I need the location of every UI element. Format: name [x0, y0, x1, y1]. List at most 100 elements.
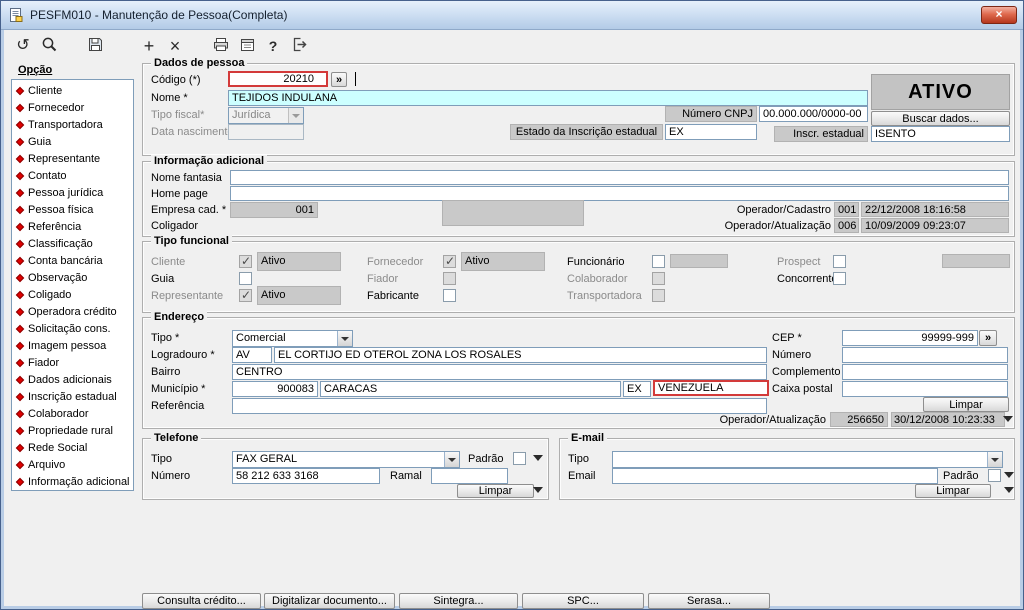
diamond-bullet-icon [15, 222, 25, 231]
telefone-numero-input[interactable]: 58 212 633 3168 [232, 468, 380, 484]
sidebar-item-coligado[interactable]: Coligado [12, 286, 133, 303]
sidebar-item-observacao[interactable]: Observação [12, 269, 133, 286]
sidebar-item-pessoa-fisica[interactable]: Pessoa física [12, 201, 133, 218]
close-button[interactable]: × [981, 6, 1017, 24]
fabricante-checkbox[interactable] [443, 289, 456, 302]
tipo-endereco-select[interactable]: Comercial [232, 330, 353, 347]
serasa-button[interactable]: Serasa... [648, 593, 770, 609]
chevron-down-icon[interactable] [532, 452, 544, 464]
municipio-codigo-input[interactable]: 900083 [232, 381, 318, 397]
telefone-tipo-select[interactable]: FAX GERAL [232, 451, 460, 468]
chevron-down-icon[interactable] [532, 484, 544, 496]
title-bar: PESFM010 - Manutenção de Pessoa(Completa… [1, 1, 1023, 30]
sidebar-item-dados-adicionais[interactable]: Dados adicionais [12, 371, 133, 388]
calendar-button[interactable] [235, 33, 259, 58]
help-button[interactable]: ? [261, 33, 285, 58]
sidebar-item-colaborador[interactable]: Colaborador [12, 405, 133, 422]
sidebar-item-label: Guia [28, 135, 52, 148]
sidebar-item-pessoa-juridica[interactable]: Pessoa jurídica [12, 184, 133, 201]
telefone-padrao-checkbox[interactable] [513, 452, 526, 465]
colaborador-checkbox [652, 272, 665, 285]
spc-button[interactable]: SPC... [522, 593, 644, 609]
home-page-label: Home page [151, 188, 208, 200]
prospect-checkbox[interactable] [833, 255, 846, 268]
limpar-email-button[interactable]: Limpar [915, 484, 991, 498]
sidebar-item-inscricao-estadual[interactable]: Inscrição estadual [12, 388, 133, 405]
codigo-input[interactable]: 20210 [228, 71, 328, 87]
sidebar-item-transportadora[interactable]: Transportadora [12, 116, 133, 133]
numero-endereco-input[interactable] [842, 347, 1008, 363]
diamond-bullet-icon [15, 205, 25, 214]
sidebar-item-operadora-credito[interactable]: Operadora crédito [12, 303, 133, 320]
codigo-lookup-button[interactable]: » [331, 72, 347, 87]
group-title: E-mail [568, 432, 608, 444]
limpar-telefone-button[interactable]: Limpar [457, 484, 534, 498]
bairro-input[interactable]: CENTRO [232, 364, 767, 380]
sidebar-item-cliente[interactable]: Cliente [12, 82, 133, 99]
nome-fantasia-input[interactable] [230, 170, 1009, 185]
caixa-postal-input[interactable] [842, 381, 1008, 397]
referencia-input[interactable] [232, 398, 767, 414]
sidebar-item-rede-social[interactable]: Rede Social [12, 439, 133, 456]
cep-lookup-button[interactable]: » [979, 330, 997, 346]
sidebar-item-fiador[interactable]: Fiador [12, 354, 133, 371]
email-tipo-label: Tipo [568, 453, 589, 465]
email-tipo-select[interactable] [612, 451, 1003, 468]
sidebar-item-referencia[interactable]: Referência [12, 218, 133, 235]
sidebar-item-classificacao[interactable]: Classificação [12, 235, 133, 252]
sidebar-item-informacao-adicional[interactable]: Informação adicional [12, 473, 133, 490]
cnpj-input[interactable]: 00.000.000/0000-00 [759, 106, 868, 122]
guia-label: Guia [151, 273, 175, 285]
group-endereco: Endereço Tipo * Comercial CEP * 99999-99… [142, 311, 1015, 429]
logradouro-tipo-input[interactable]: AV [232, 347, 272, 363]
chevron-down-icon[interactable] [1003, 484, 1015, 496]
exit-button[interactable] [287, 33, 311, 58]
data-nascimento-label: Data nascimento [151, 126, 234, 138]
limpar-endereco-button[interactable]: Limpar [923, 397, 1009, 412]
fiador-checkbox [443, 272, 456, 285]
sidebar-item-guia[interactable]: Guia [12, 133, 133, 150]
cliente-status: Ativo [257, 252, 341, 271]
search-button[interactable] [37, 33, 61, 58]
cep-input[interactable]: 99999-999 [842, 330, 978, 346]
complemento-input[interactable] [842, 364, 1008, 380]
sidebar-item-fornecedor[interactable]: Fornecedor [12, 99, 133, 116]
chevron-down-icon[interactable] [1002, 413, 1014, 425]
add-button[interactable]: + [137, 33, 161, 58]
municipio-nome-input[interactable]: CARACAS [320, 381, 621, 397]
sidebar-item-representante[interactable]: Representante [12, 150, 133, 167]
save-button[interactable] [83, 33, 107, 58]
logradouro-input[interactable]: EL CORTIJO ED OTEROL ZONA LOS ROSALES [274, 347, 767, 363]
print-button[interactable] [209, 33, 233, 58]
consulta-credito-button[interactable]: Consulta crédito... [142, 593, 261, 609]
sidebar-item-solicitacao-cons[interactable]: Solicitação cons. [12, 320, 133, 337]
sidebar-item-label: Representante [28, 152, 101, 165]
guia-checkbox[interactable] [239, 272, 252, 285]
digitalizar-documento-button[interactable]: Digitalizar documento... [264, 593, 395, 609]
sidebar-item-propriedade-rural[interactable]: Propriedade rural [12, 422, 133, 439]
diamond-bullet-icon [15, 341, 25, 350]
coligador-label: Coligador [151, 220, 199, 232]
email-padrao-checkbox[interactable] [988, 469, 1001, 482]
operador-atualizacao-endereco-num: 256650 [830, 412, 888, 427]
municipio-pais-input[interactable]: VENEZUELA [653, 380, 769, 396]
sidebar-item-label: Fiador [28, 356, 60, 369]
sidebar-item-imagem-pessoa[interactable]: Imagem pessoa [12, 337, 133, 354]
sintegra-button[interactable]: Sintegra... [399, 593, 518, 609]
ramal-input[interactable] [431, 468, 508, 484]
sidebar-item-arquivo[interactable]: Arquivo [12, 456, 133, 473]
sidebar-item-contato[interactable]: Contato [12, 167, 133, 184]
estado-ie-input[interactable]: EX [665, 124, 757, 140]
funcionario-checkbox[interactable] [652, 255, 665, 268]
email-input[interactable] [612, 468, 938, 484]
undo-button[interactable]: ↺ [11, 33, 35, 58]
municipio-uf-input[interactable]: EX [623, 381, 651, 397]
nome-input[interactable]: TEJIDOS INDULANA [228, 90, 868, 106]
buscar-dados-button[interactable]: Buscar dados... [871, 111, 1010, 126]
concorrente-checkbox[interactable] [833, 272, 846, 285]
chevron-down-icon[interactable] [1003, 469, 1015, 481]
inscr-estadual-input[interactable]: ISENTO [871, 126, 1010, 142]
home-page-input[interactable] [230, 186, 1009, 201]
sidebar-item-conta-bancaria[interactable]: Conta bancária [12, 252, 133, 269]
delete-button[interactable]: × [163, 33, 187, 58]
